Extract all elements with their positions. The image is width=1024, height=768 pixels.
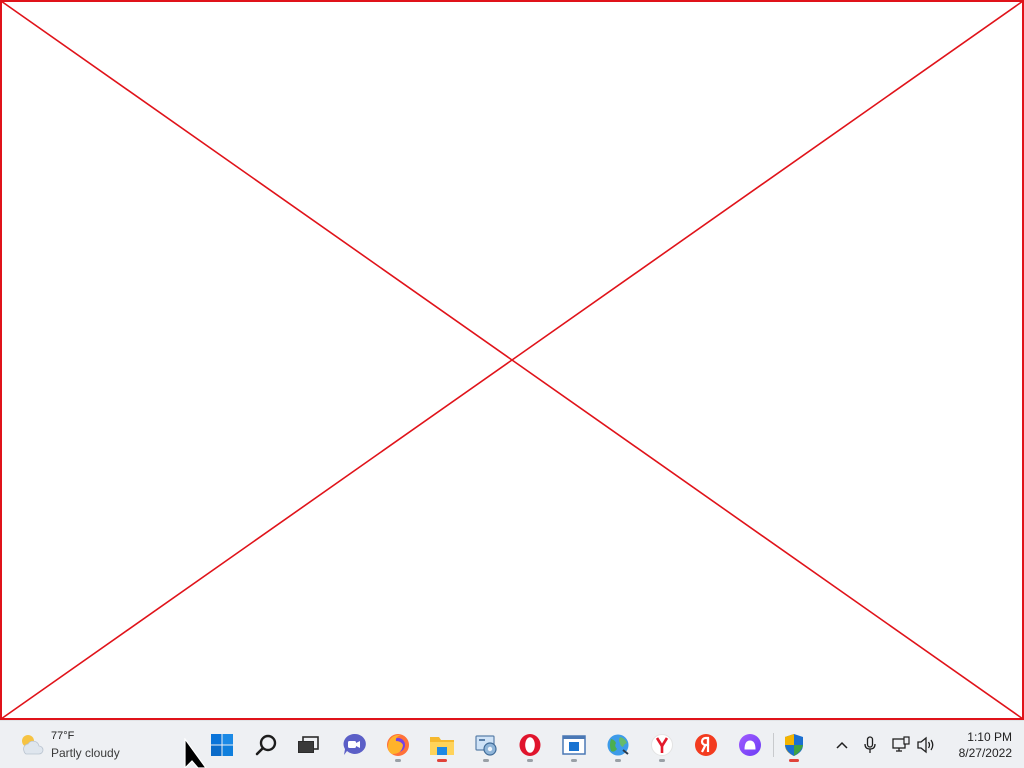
- active-indicator: [437, 759, 447, 762]
- taskbar-app-alice[interactable]: [732, 727, 768, 763]
- chat-button[interactable]: [336, 727, 372, 763]
- clock-time: 1:10 PM: [967, 730, 1012, 744]
- volume-icon: [917, 736, 934, 754]
- running-indicator: [615, 759, 621, 762]
- missing-image-placeholder: [0, 0, 1024, 720]
- chevron-up-icon: [836, 741, 848, 749]
- alice-icon: [739, 734, 761, 756]
- security-shield-icon: [785, 734, 803, 756]
- taskbar: 77°F Partly cloudy 1:10 PM 8/27/2022: [0, 720, 1024, 768]
- show-hidden-icons-button[interactable]: [831, 733, 853, 757]
- taskbar-app-windows-security[interactable]: [776, 727, 812, 763]
- control-panel-icon: [475, 735, 497, 756]
- taskbar-clock[interactable]: 1:10 PM 8/27/2022: [940, 729, 1012, 763]
- chat-icon: [343, 733, 366, 755]
- taskbar-app-control-panel[interactable]: [468, 727, 504, 763]
- taskbar-app-window[interactable]: [556, 727, 592, 763]
- task-view-icon: [298, 736, 319, 753]
- search-icon: [255, 734, 277, 756]
- weather-widget[interactable]: 77°F Partly cloudy: [18, 729, 148, 761]
- taskbar-app-yandex[interactable]: [688, 727, 724, 763]
- running-indicator: [395, 759, 401, 762]
- yandex-browser-icon: [651, 734, 673, 756]
- running-indicator: [571, 759, 577, 762]
- taskbar-app-firefox[interactable]: [380, 727, 416, 763]
- weather-temperature: 77°F: [51, 730, 75, 742]
- start-button[interactable]: [204, 727, 240, 763]
- globe-icon: [607, 734, 629, 756]
- microphone-icon: [864, 736, 876, 753]
- running-indicator: [659, 759, 665, 762]
- app-window-icon: [562, 735, 586, 755]
- running-indicator: [527, 759, 533, 762]
- microphone-button[interactable]: [859, 733, 881, 757]
- active-indicator: [789, 759, 799, 762]
- volume-button[interactable]: [915, 733, 937, 757]
- taskbar-app-globe[interactable]: [600, 727, 636, 763]
- network-button[interactable]: [890, 733, 912, 757]
- network-icon: [892, 736, 910, 752]
- desktop-screen: 77°F Partly cloudy 1:10 PM 8/27/2022: [0, 0, 1024, 768]
- yandex-icon: [695, 734, 717, 756]
- taskbar-app-file-explorer[interactable]: [424, 727, 460, 763]
- taskbar-app-opera[interactable]: [512, 727, 548, 763]
- task-view-button[interactable]: [290, 727, 326, 763]
- windows-logo-icon: [211, 734, 233, 756]
- weather-condition: Partly cloudy: [51, 746, 120, 760]
- taskbar-separator: [773, 733, 774, 757]
- taskbar-app-yandex-browser[interactable]: [644, 727, 680, 763]
- clock-date: 8/27/2022: [958, 746, 1012, 760]
- folder-icon: [430, 737, 454, 755]
- opera-icon: [519, 734, 541, 756]
- search-button[interactable]: [248, 727, 284, 763]
- running-indicator: [483, 759, 489, 762]
- partly-cloudy-icon: [22, 735, 44, 755]
- firefox-icon: [387, 734, 409, 756]
